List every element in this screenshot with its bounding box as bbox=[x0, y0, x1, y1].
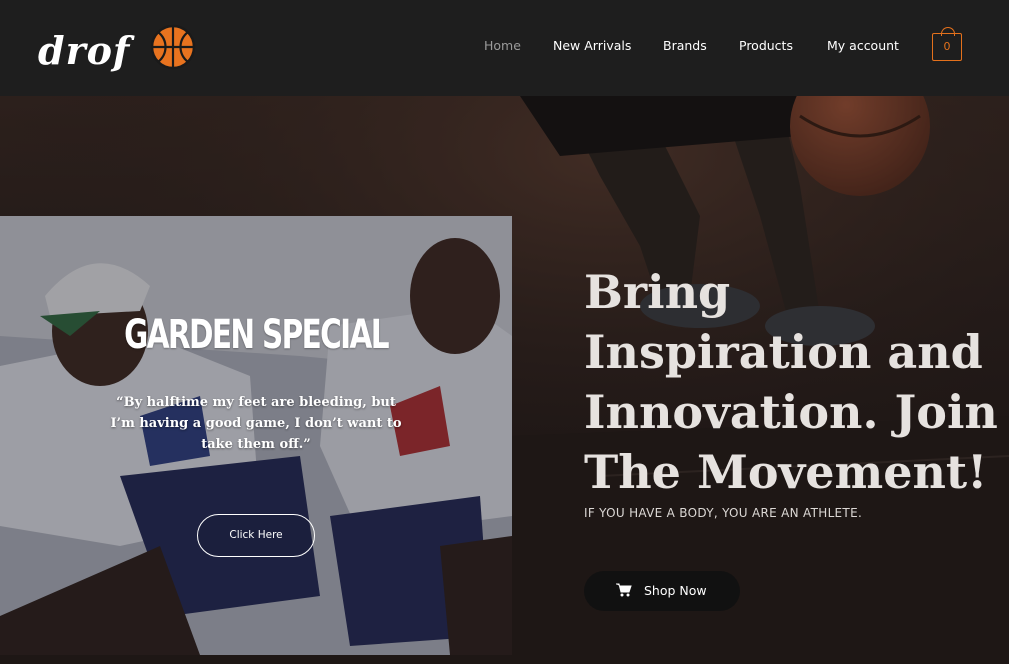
promo-quote: “By halftime my feet are bleeding, but I… bbox=[110, 395, 402, 452]
shopping-bag-icon[interactable]: 0 bbox=[932, 27, 962, 61]
promo-title: GARDEN SPECIAL bbox=[124, 312, 389, 358]
shop-now-label: Shop Now bbox=[644, 583, 707, 598]
shop-now-button[interactable]: Shop Now bbox=[584, 571, 740, 611]
click-here-button[interactable]: Click Here bbox=[197, 514, 315, 557]
nav-item-new-arrivals[interactable]: New Arrivals bbox=[553, 38, 631, 53]
promo-card: GARDEN SPECIAL “By halftime my feet are … bbox=[0, 216, 512, 655]
cart-count-badge: 0 bbox=[943, 40, 951, 53]
nav-item-products[interactable]: Products bbox=[739, 38, 793, 53]
nav-item-my-account[interactable]: My account bbox=[827, 38, 899, 53]
site-logo[interactable]: drof bbox=[38, 24, 198, 74]
hero-headline: Bring Inspiration and Innovation. Join T… bbox=[584, 265, 998, 499]
nav-item-home[interactable]: Home bbox=[484, 38, 521, 53]
nav-item-brands[interactable]: Brands bbox=[663, 38, 707, 53]
basketball-icon bbox=[150, 24, 196, 70]
shopping-cart-icon bbox=[616, 583, 632, 597]
hero-tagline: IF YOU HAVE A BODY, YOU ARE AN ATHLETE. bbox=[584, 506, 863, 520]
logo-wordmark: drof bbox=[38, 28, 131, 73]
site-header: drof Home New Arrivals Brands Products M… bbox=[0, 0, 1009, 96]
